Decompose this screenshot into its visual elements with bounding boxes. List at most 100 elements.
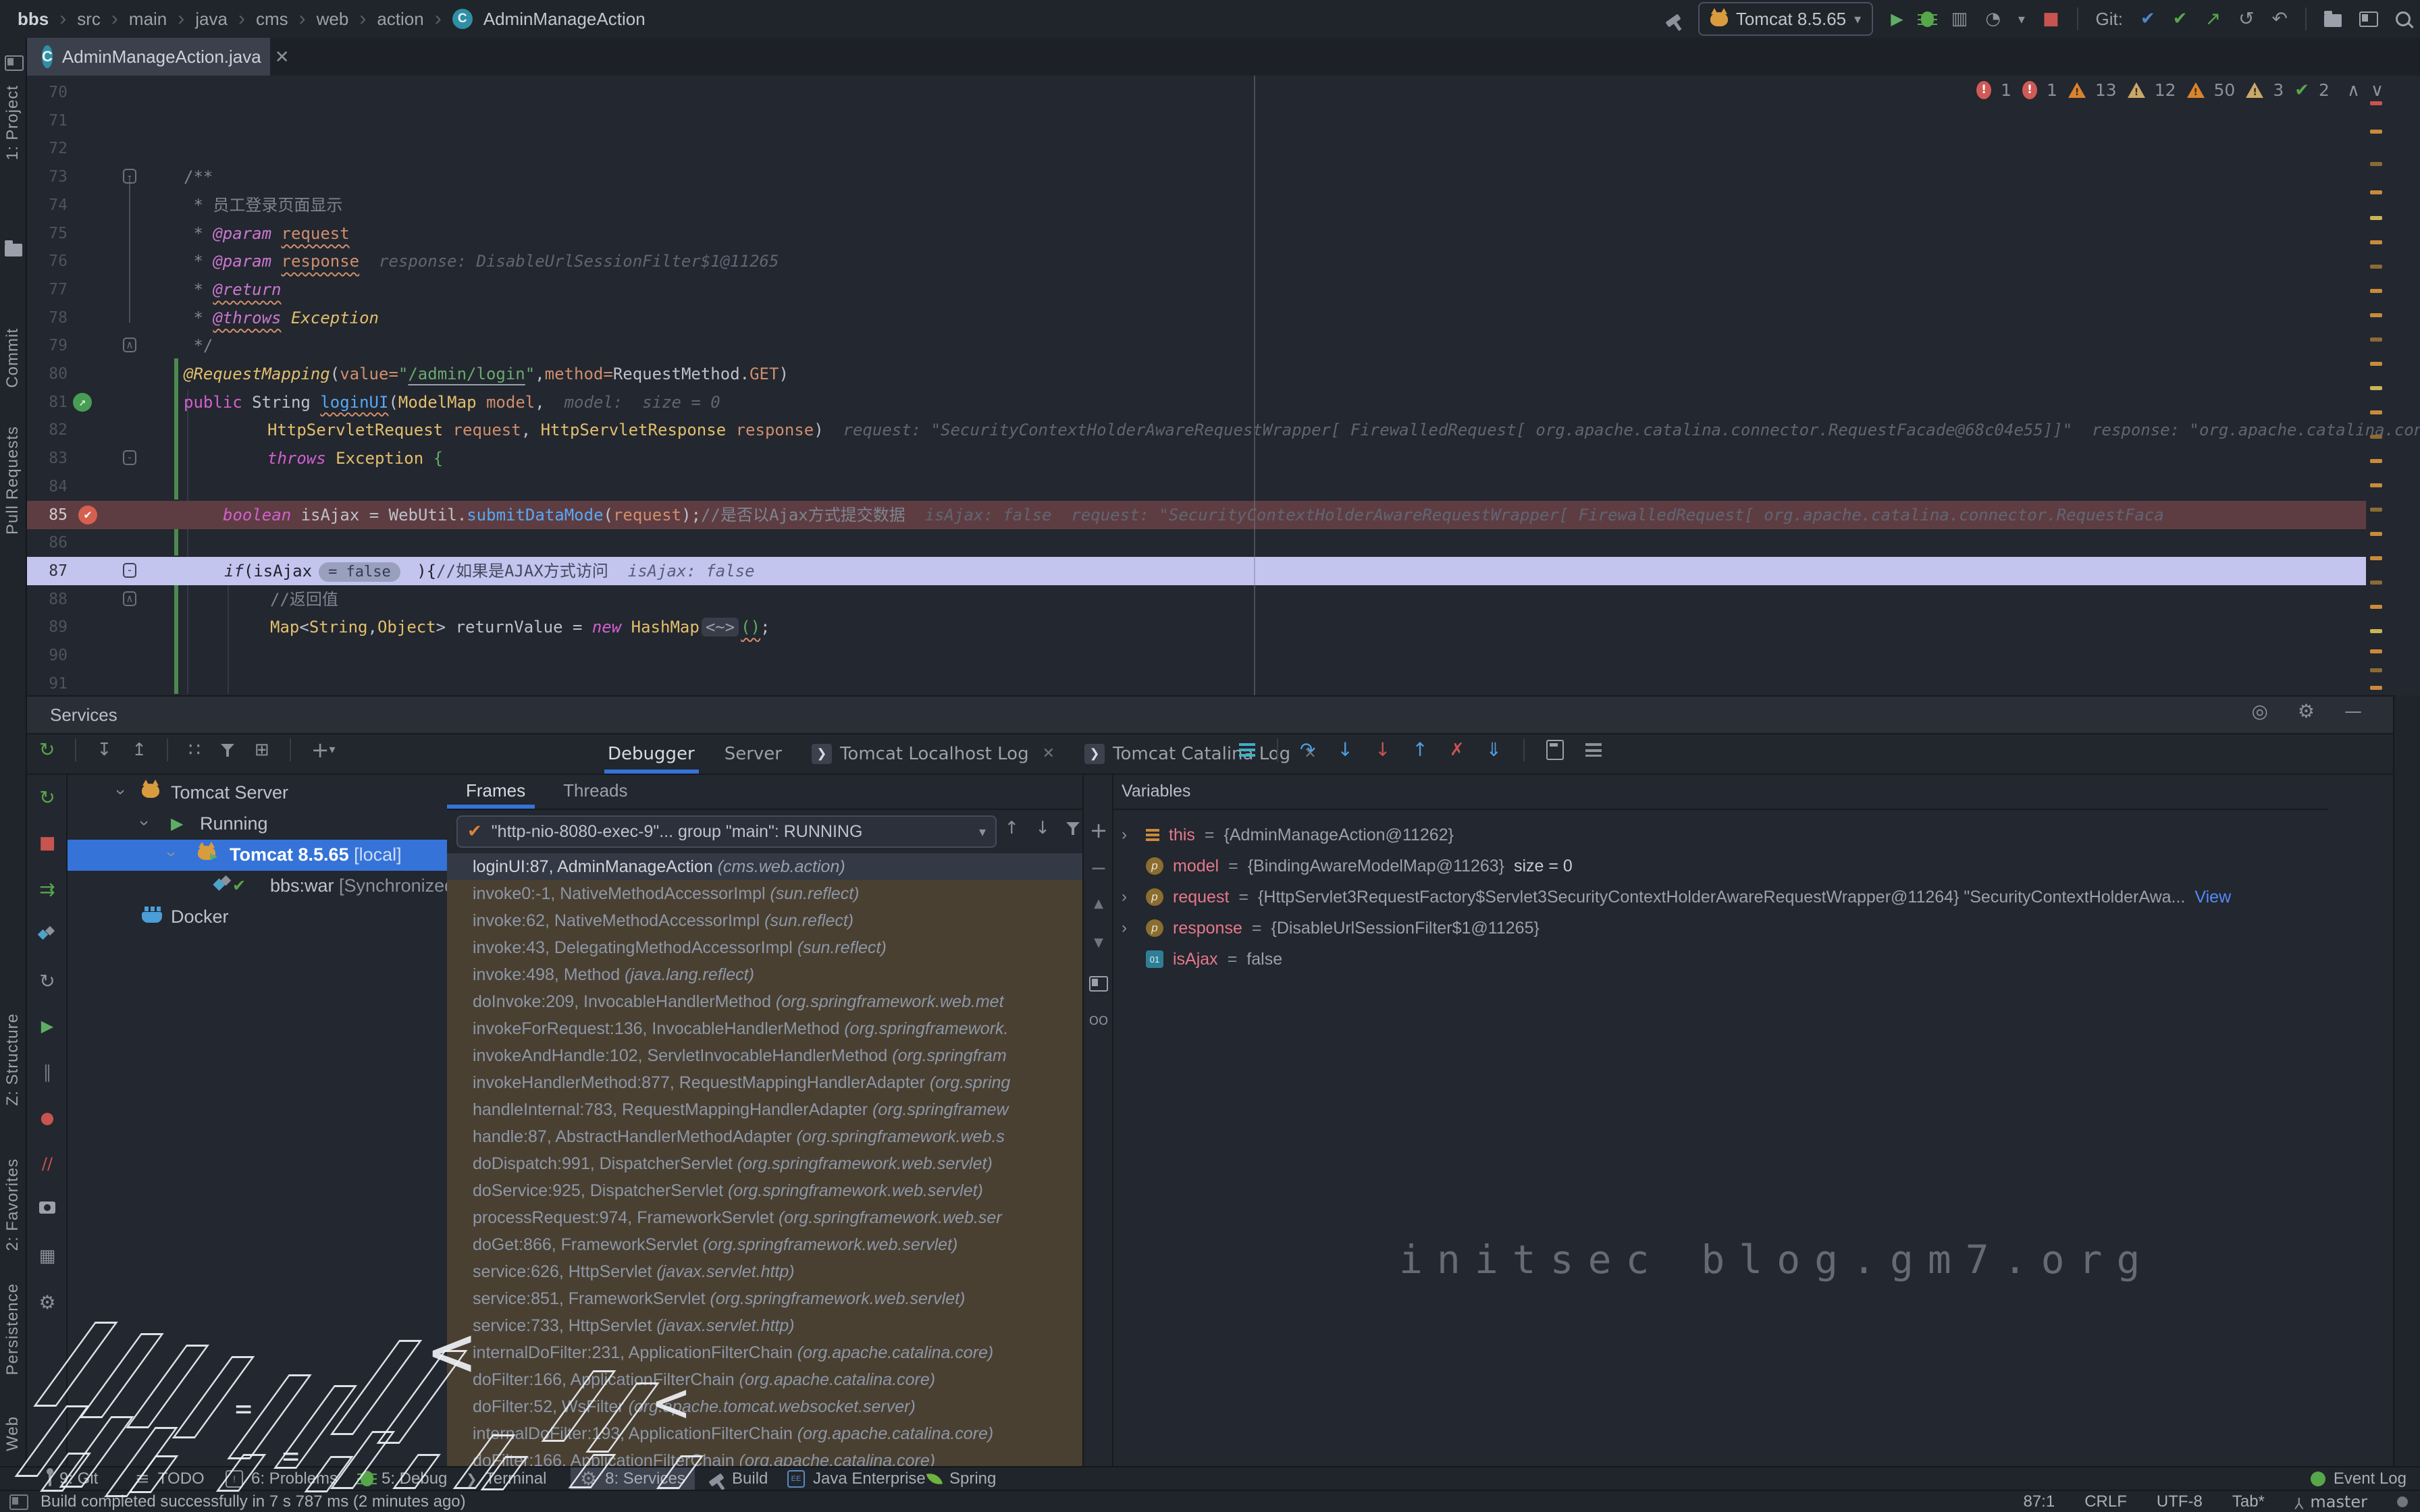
down-icon[interactable]: ↓ bbox=[1035, 819, 1050, 837]
stripe-label-commit[interactable]: Commit bbox=[3, 328, 22, 388]
cam-icon[interactable] bbox=[39, 1202, 55, 1214]
debug-action-stopred[interactable]: ■ bbox=[27, 834, 68, 852]
variable-row-response[interactable]: ›presponse={DisableUrlSessionFilter$1@11… bbox=[1122, 913, 2323, 944]
stripe-label-2-favorites[interactable]: 2: Favorites bbox=[3, 1158, 22, 1251]
tree-item-tomcat-server[interactable]: ›Tomcat Server bbox=[68, 778, 447, 809]
chevron-down-icon[interactable]: › bbox=[134, 820, 155, 826]
calc-icon[interactable] bbox=[1546, 740, 1564, 760]
add-service-icon[interactable]: +▾ bbox=[311, 739, 336, 761]
refresh-icon[interactable]: ↻ bbox=[39, 972, 55, 991]
folder-icon[interactable] bbox=[2324, 14, 2342, 27]
frame-row[interactable]: invokeHandlerMethod:877, RequestMappingH… bbox=[447, 1069, 1084, 1096]
runto-icon[interactable]: ⇓ bbox=[1486, 740, 1502, 759]
close-icon[interactable]: ✕ bbox=[1043, 747, 1055, 761]
addtab-icon[interactable]: ⊞ bbox=[255, 741, 269, 759]
code-line-88[interactable]: 88∧//返回值 bbox=[27, 585, 2393, 614]
fold-marker[interactable]: ∧ bbox=[123, 591, 136, 606]
stepinto-icon[interactable]: ↓ bbox=[1337, 740, 1352, 759]
error-stripe-mark[interactable] bbox=[2370, 190, 2382, 194]
frame-row[interactable]: processRequest:974, FrameworkServlet (or… bbox=[447, 1204, 1084, 1231]
stripe-label-pull-requests[interactable]: Pull Requests bbox=[3, 426, 22, 535]
frame-row[interactable]: invoke0:-1, NativeMethodAccessorImpl (su… bbox=[447, 880, 1084, 907]
frame-row[interactable]: service:851, FrameworkServlet (org.sprin… bbox=[447, 1285, 1084, 1312]
code-line-85[interactable]: 85✔boolean isAjax = WebUtil.submitDataMo… bbox=[27, 501, 2366, 529]
breadcrumb-item[interactable]: src bbox=[77, 9, 101, 30]
history-icon[interactable]: ↺ bbox=[2238, 9, 2254, 28]
gear-icon[interactable]: ⚙ bbox=[2298, 702, 2315, 721]
run-config-selector[interactable]: Tomcat 8.5.65▾ bbox=[1698, 2, 1873, 36]
inspection-item[interactable]: !1 bbox=[2022, 81, 2057, 99]
code-line-74[interactable]: 74 * 员工登录页面显示 bbox=[27, 191, 2393, 219]
toolwindow-button-java-enterprise[interactable]: EEJava Enterprise bbox=[778, 1467, 935, 1490]
code-line-86[interactable]: 86 bbox=[27, 529, 2393, 557]
forcestep-icon[interactable]: ↓ bbox=[1375, 740, 1390, 759]
status-item[interactable]: 87:1 bbox=[2023, 1492, 2055, 1511]
watch-action-copy[interactable] bbox=[1084, 976, 1113, 992]
dropframe-icon[interactable]: ✗ bbox=[1450, 741, 1465, 759]
win-icon[interactable] bbox=[2359, 11, 2378, 27]
coverage-icon[interactable]: ▥ bbox=[1951, 10, 1968, 28]
group-icon[interactable]: ∷ bbox=[188, 740, 201, 759]
frames-list[interactable]: loginUI:87, AdminManageAction (cms.web.a… bbox=[447, 853, 1084, 1467]
code-line-77[interactable]: 77 * @return bbox=[27, 275, 2393, 304]
frame-row[interactable]: doInvoke:209, InvocableHandlerMethod (or… bbox=[447, 988, 1084, 1015]
status-item[interactable]: CRLF bbox=[2084, 1492, 2127, 1511]
chevron-right-icon[interactable]: › bbox=[1122, 826, 1136, 844]
variable-row-isAjax[interactable]: 01isAjax=false bbox=[1122, 944, 2323, 975]
frame-row[interactable]: invokeForRequest:136, InvocableHandlerMe… bbox=[447, 1015, 1084, 1042]
watch-action-minus2[interactable]: − bbox=[1084, 859, 1113, 879]
code-line-71[interactable]: 71 bbox=[27, 107, 2393, 135]
play-icon[interactable]: ▶ bbox=[41, 1018, 53, 1034]
frame-row[interactable]: loginUI:87, AdminManageAction (cms.web.a… bbox=[447, 853, 1084, 880]
variable-row-this[interactable]: ›this={AdminManageAction@11262} bbox=[1122, 819, 2323, 850]
frame-row[interactable]: doService:925, DispatcherServlet (org.sp… bbox=[447, 1177, 1084, 1204]
status-item[interactable]: UTF-8 bbox=[2157, 1492, 2203, 1511]
error-stripe-mark[interactable] bbox=[2370, 289, 2382, 293]
grid-icon[interactable]: ▦ bbox=[39, 1247, 56, 1265]
frame-row[interactable]: invoke:43, DelegatingMethodAccessorImpl … bbox=[447, 934, 1084, 961]
close-icon[interactable]: ✕ bbox=[275, 47, 290, 68]
funnel-icon[interactable] bbox=[1066, 820, 1080, 836]
debug-action-play[interactable]: ▶ bbox=[27, 1018, 68, 1034]
code-line-72[interactable]: 72 bbox=[27, 134, 2393, 163]
bug-icon[interactable] bbox=[1921, 11, 1934, 27]
diamond-icon[interactable] bbox=[38, 926, 56, 942]
dd-icon[interactable]: ▾ bbox=[2018, 12, 2025, 26]
fold-marker[interactable]: - bbox=[123, 563, 136, 578]
thread-selector[interactable]: ✔ "http-nio-8080-exec-9"... group "main"… bbox=[456, 815, 997, 848]
stopred-icon[interactable]: ■ bbox=[39, 834, 56, 852]
git-update-icon[interactable]: ✔ bbox=[2140, 10, 2155, 28]
rollback-icon[interactable]: ↶ bbox=[2272, 9, 2288, 28]
breakpoint-icon[interactable]: ✔ bbox=[78, 506, 97, 524]
frame-row[interactable]: invoke:62, NativeMethodAccessorImpl (sun… bbox=[447, 907, 1084, 934]
code-line-76[interactable]: 76 * @param response response: DisableUr… bbox=[27, 247, 2393, 275]
toolwindow-button-todo[interactable]: ≡TODO bbox=[126, 1467, 214, 1490]
tab-adminmanageaction[interactable]: C AdminManageAction.java ✕ bbox=[27, 38, 270, 76]
bell-icon[interactable] bbox=[2397, 1496, 2408, 1507]
code-line-80[interactable]: 80@RequestMapping(value="/admin/login",m… bbox=[27, 360, 2393, 388]
debug-action-deploy[interactable]: ⇉ bbox=[27, 880, 68, 899]
code-line-73[interactable]: 73-/** bbox=[27, 163, 2393, 191]
event-log-icon[interactable] bbox=[2311, 1472, 2325, 1486]
watch-action-plus[interactable]: + bbox=[1084, 819, 1113, 841]
tree-item-bbs-war[interactable]: ✔bbs:war [Synchronized] bbox=[68, 871, 447, 902]
play-icon[interactable]: ▶ bbox=[1891, 11, 1903, 27]
inspection-item[interactable]: !12 bbox=[2128, 82, 2176, 99]
error-stripe-mark[interactable] bbox=[2370, 338, 2382, 342]
debug-action-diamond[interactable] bbox=[27, 926, 68, 942]
git-commit-icon[interactable]: ✔ bbox=[2173, 10, 2188, 28]
error-stripe-mark[interactable] bbox=[2370, 483, 2382, 487]
error-stripe-mark[interactable] bbox=[2370, 686, 2382, 690]
frame-row[interactable]: invokeAndHandle:102, ServletInvocableHan… bbox=[447, 1042, 1084, 1069]
java-enterprise-icon[interactable]: EE bbox=[787, 1470, 805, 1488]
error-stripe-mark[interactable] bbox=[2370, 240, 2382, 244]
frame-row[interactable]: service:733, HttpServlet (javax.servlet.… bbox=[447, 1312, 1084, 1339]
toolwindow-button-spring[interactable]: Spring bbox=[918, 1467, 1005, 1490]
watch-action-oo[interactable]: OO bbox=[1084, 1015, 1113, 1027]
code-line-78[interactable]: 78 * @throws Exception bbox=[27, 304, 2393, 332]
target-icon[interactable]: ◎ bbox=[2251, 702, 2267, 721]
view-link[interactable]: View bbox=[2194, 888, 2231, 907]
triu-icon[interactable]: ▲ bbox=[1094, 898, 1103, 910]
oo-icon[interactable]: OO bbox=[1089, 1015, 1108, 1027]
debug-action-grid[interactable]: ▦ bbox=[27, 1247, 68, 1265]
